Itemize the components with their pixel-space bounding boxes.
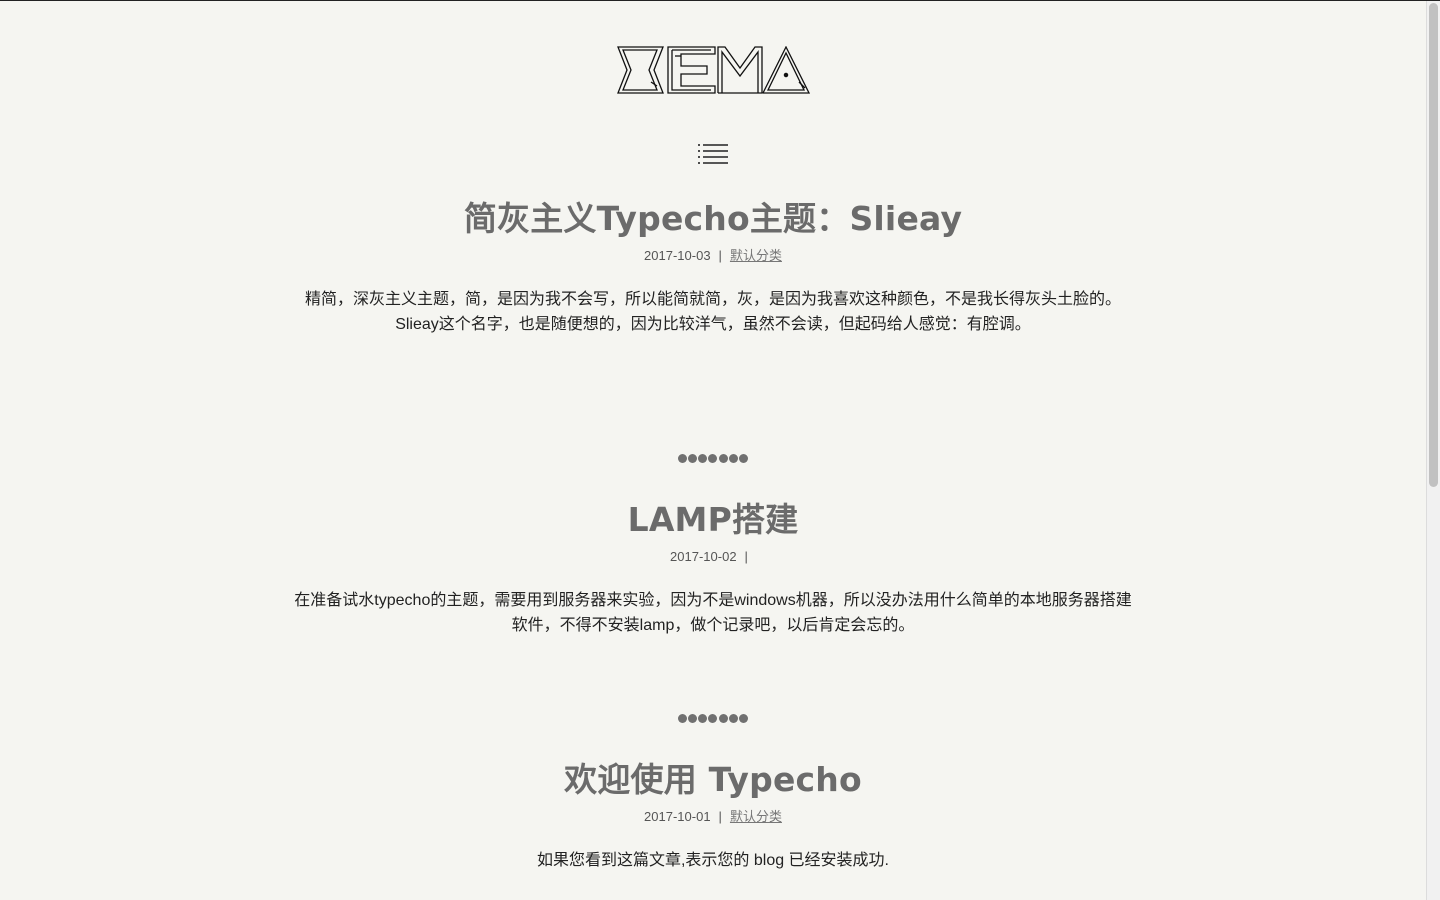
- menu-list-icon[interactable]: [697, 143, 729, 165]
- page: 简灰主义Typecho主题：Slieay 2017-10-03 | 默认分类 精简，…: [0, 1, 1426, 900]
- meta-separator: |: [744, 549, 748, 564]
- post-date: 2017-10-01: [644, 809, 711, 824]
- post-meta: 2017-10-02 |: [0, 548, 1426, 566]
- site-logo[interactable]: [617, 46, 810, 94]
- divider-dot: [698, 713, 708, 723]
- post-excerpt: 如果您看到这篇文章,表示您的 blog 已经安装成功.: [283, 848, 1143, 873]
- post-title[interactable]: LAMP搭建: [0, 500, 1426, 540]
- divider-dot: [698, 453, 708, 463]
- divider-dot: [718, 453, 728, 463]
- excerpt-line: Slieay这个名字，也是随便想的，因为比较洋气，虽然不会读，但起码给人感觉：有…: [395, 316, 1031, 333]
- post-excerpt: 精简，深灰主义主题，简，是因为我不会写，所以能简就简，灰，是因为我喜欢这种颜色，…: [283, 287, 1143, 337]
- meta-separator: |: [718, 809, 722, 824]
- post-meta: 2017-10-01 | 默认分类: [0, 808, 1426, 826]
- post-item: LAMP搭建 2017-10-02 | 在准备试水typecho的主题，需要用到服…: [0, 500, 1426, 638]
- logo-letter-e: [667, 46, 716, 94]
- divider-dot: [708, 713, 718, 723]
- page-scrollbar[interactable]: [1426, 1, 1440, 900]
- divider-dot: [728, 713, 738, 723]
- post-item: 简灰主义Typecho主题：Slieay 2017-10-03 | 默认分类 精简，…: [0, 199, 1426, 337]
- post-item: 欢迎使用 Typecho 2017-10-01 | 默认分类 如果您看到这篇文章,表…: [0, 760, 1426, 873]
- scrollbar-thumb[interactable]: [1429, 3, 1438, 487]
- excerpt-line: 如果您看到这篇文章,表示您的 blog 已经安装成功.: [536, 852, 890, 869]
- logo-letter-x: [617, 46, 664, 94]
- divider-dot: [728, 453, 738, 463]
- divider-dot: [688, 453, 698, 463]
- divider-dot: [678, 453, 687, 463]
- post-category-link[interactable]: 默认分类: [730, 248, 782, 263]
- post-excerpt: 在准备试水typecho的主题，需要用到服务器来实验，因为不是windows机器…: [283, 588, 1143, 638]
- meta-separator: |: [718, 248, 722, 263]
- divider-dot: [718, 713, 728, 723]
- post-divider: [678, 453, 748, 463]
- post-title[interactable]: 简灰主义Typecho主题：Slieay: [0, 199, 1426, 239]
- post-title[interactable]: 欢迎使用 Typecho: [0, 760, 1426, 800]
- post-meta: 2017-10-03 | 默认分类: [0, 247, 1426, 265]
- logo-letter-m: [717, 46, 763, 94]
- post-category-link[interactable]: 默认分类: [730, 809, 782, 824]
- excerpt-line: 精简，深灰主义主题，简，是因为我不会写，所以能简就简，灰，是因为我喜欢这种颜色，…: [304, 291, 1121, 308]
- divider-dot: [708, 453, 718, 463]
- divider-dot: [738, 713, 748, 723]
- excerpt-line: 在准备试水typecho的主题，需要用到服务器来实验，因为不是windows机器…: [294, 592, 1132, 609]
- post-date: 2017-10-02: [670, 549, 737, 564]
- divider-dot: [678, 713, 687, 723]
- post-date: 2017-10-03: [644, 248, 711, 263]
- excerpt-line: 软件，不得不安装lamp，做个记录吧，以后肯定会忘的。: [511, 617, 915, 634]
- logo-letter-a: [761, 46, 810, 94]
- divider-dot: [688, 713, 698, 723]
- post-divider: [678, 713, 748, 723]
- divider-dot: [738, 453, 748, 463]
